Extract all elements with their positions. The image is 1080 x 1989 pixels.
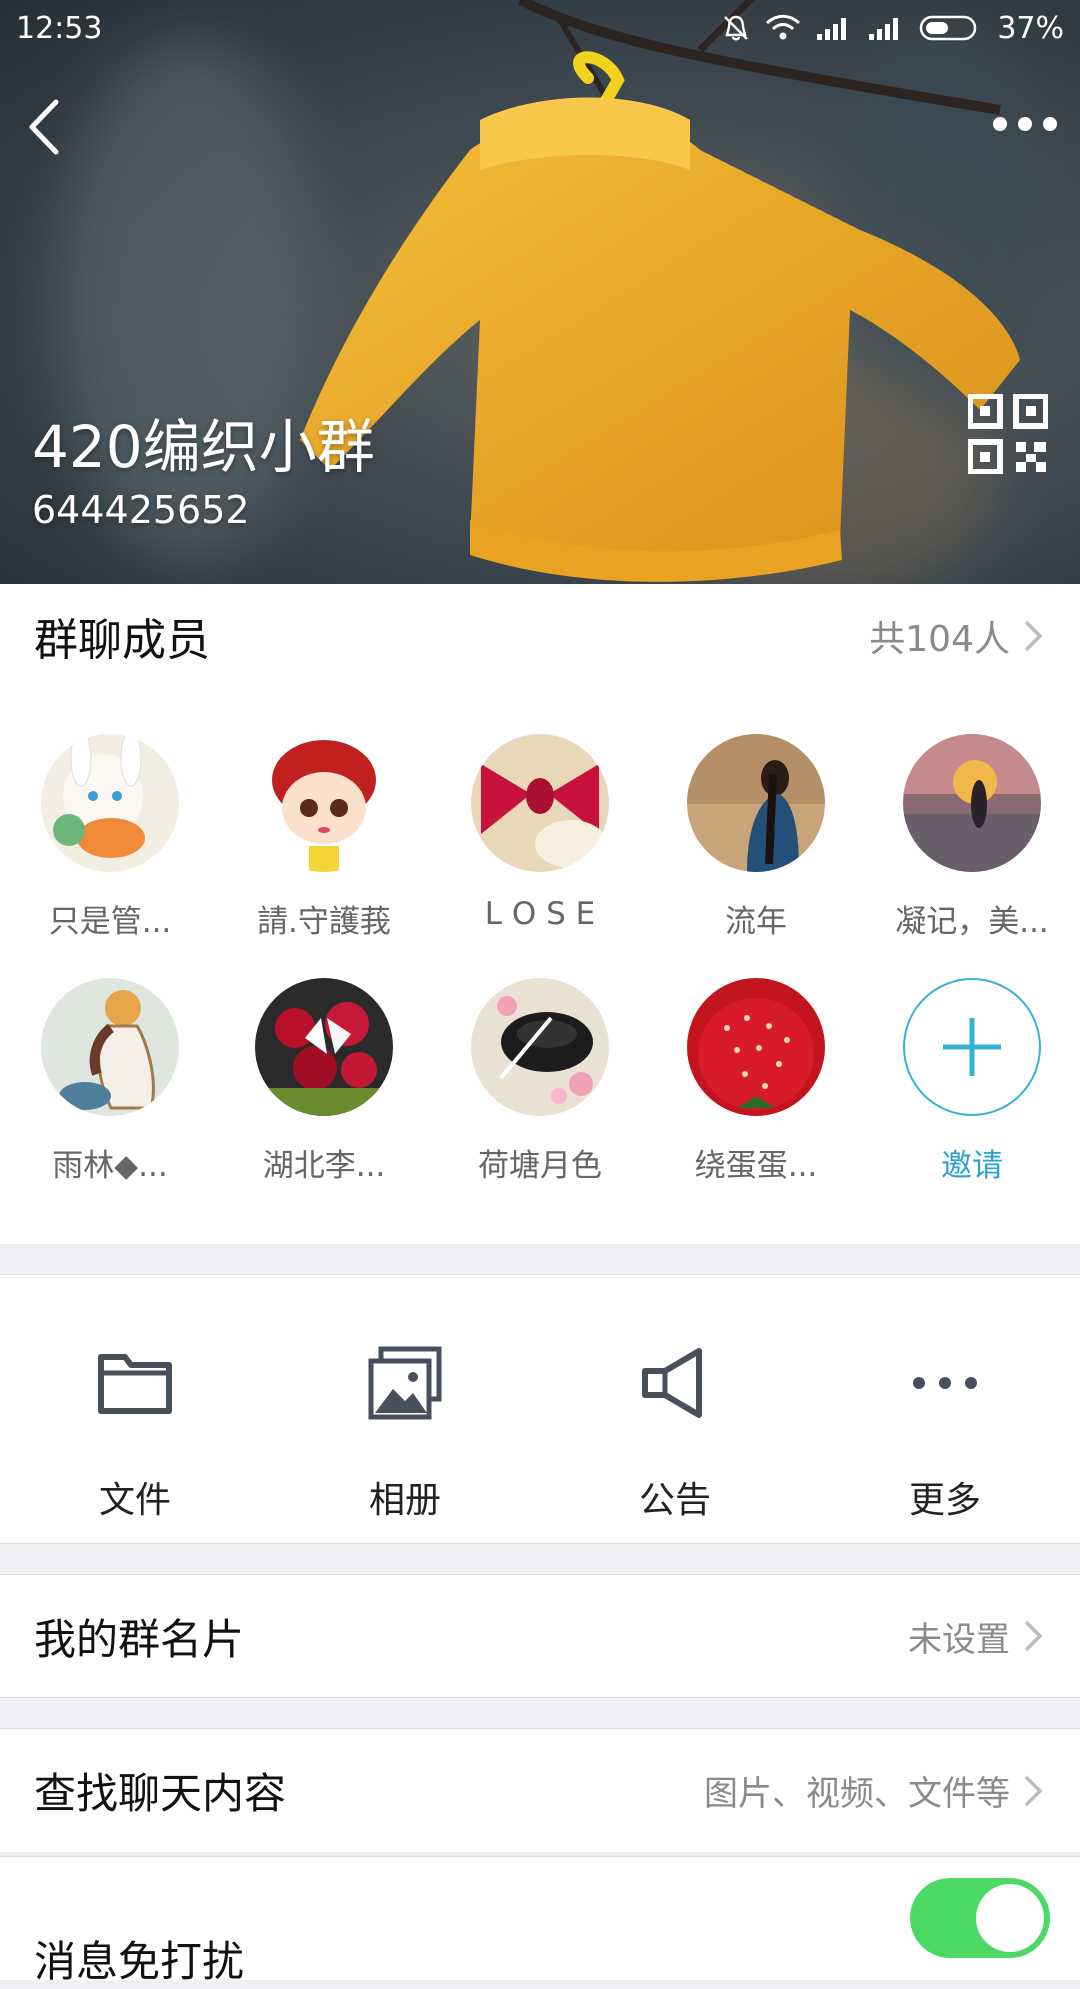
avatar (471, 734, 609, 872)
group-cover-banner: 12:53 37% 420编织小群 644425652 (0, 0, 1080, 584)
members-section: 群聊成员 共104人 只是管... 請.守護莪 L O S E 流年 凝记，美.… (0, 584, 1080, 1244)
album-button[interactable]: 相册 (270, 1275, 540, 1545)
mute-toggle[interactable] (910, 1878, 1050, 1958)
wifi-icon (766, 14, 801, 40)
avatar (255, 978, 393, 1116)
member-name: 只是管... (48, 904, 172, 940)
quick-actions: 文件 相册 公告 更多 (0, 1274, 1080, 1544)
more-button[interactable]: 更多 (810, 1275, 1080, 1545)
avatar (903, 734, 1041, 872)
qr-code-icon[interactable] (968, 394, 1048, 474)
announcement-button[interactable]: 公告 (540, 1275, 810, 1545)
avatar (41, 978, 179, 1116)
status-time: 12:53 (16, 10, 103, 46)
avatar (471, 978, 609, 1116)
avatar (41, 734, 179, 872)
avatar (687, 734, 825, 872)
member-item[interactable]: 流年 (648, 734, 864, 941)
member-item[interactable]: 雨林◆... (2, 978, 218, 1185)
action-label: 文件 (98, 1480, 171, 1521)
row-value: 未设置 (908, 1619, 1010, 1660)
member-name: 凝记，美... (895, 904, 1049, 940)
members-header[interactable]: 群聊成员 共104人 (0, 584, 1080, 688)
search-chat-row[interactable]: 查找聊天内容 图片、视频、文件等 (0, 1728, 1080, 1852)
member-item[interactable]: 湖北李... (216, 978, 432, 1185)
status-bar: 12:53 37% (0, 0, 1080, 56)
more-dots-icon (913, 1377, 977, 1389)
megaphone-icon (642, 1348, 702, 1418)
member-name: 湖北李... (262, 1148, 386, 1184)
group-name: 420编织小群 (32, 413, 375, 481)
more-options-icon[interactable] (990, 104, 1060, 144)
signal-icon-2 (869, 18, 899, 40)
member-count: 共104人 (869, 619, 1010, 660)
member-item[interactable]: 只是管... (2, 734, 218, 941)
member-item[interactable]: 請.守護莪 (216, 734, 432, 941)
member-name: 請.守護莪 (257, 904, 391, 940)
battery-percent: 37% (997, 10, 1064, 46)
invite-member-button[interactable]: 邀请 (864, 978, 1080, 1185)
plus-icon (903, 978, 1041, 1116)
chevron-right-icon (1024, 1775, 1043, 1806)
mute-bell-icon (724, 15, 749, 41)
action-label: 更多 (908, 1480, 981, 1521)
row-title: 查找聊天内容 (34, 1769, 287, 1818)
group-card-row[interactable]: 我的群名片 未设置 (0, 1574, 1080, 1698)
member-item[interactable]: 绕蛋蛋... (648, 978, 864, 1185)
avatar (255, 734, 393, 872)
chevron-right-icon (1024, 620, 1043, 652)
member-item[interactable]: 凝记，美... (864, 734, 1080, 941)
toggle-knob (976, 1884, 1044, 1952)
folder-icon (98, 1354, 172, 1414)
member-name: 荷塘月色 (478, 1148, 602, 1184)
chevron-right-icon (1024, 1620, 1043, 1652)
signal-icon (817, 18, 847, 40)
battery-icon (920, 15, 977, 41)
album-icon (368, 1346, 442, 1420)
row-title: 我的群名片 (34, 1614, 245, 1664)
action-label: 公告 (638, 1480, 711, 1521)
group-number: 644425652 (32, 488, 250, 532)
member-name: 雨林◆... (52, 1148, 168, 1184)
files-button[interactable]: 文件 (0, 1275, 270, 1545)
back-arrow-icon[interactable] (18, 92, 78, 162)
invite-label: 邀请 (941, 1148, 1003, 1184)
member-name: 流年 (725, 904, 787, 940)
action-label: 相册 (368, 1480, 441, 1521)
row-title: 消息免打扰 (34, 1937, 245, 1986)
member-name: L O S E (484, 896, 596, 932)
avatar (687, 978, 825, 1116)
member-name: 绕蛋蛋... (694, 1148, 818, 1184)
member-item[interactable]: L O S E (432, 734, 648, 932)
members-title: 群聊成员 (34, 615, 210, 666)
member-item[interactable]: 荷塘月色 (432, 978, 648, 1185)
row-value: 图片、视频、文件等 (704, 1774, 1010, 1814)
